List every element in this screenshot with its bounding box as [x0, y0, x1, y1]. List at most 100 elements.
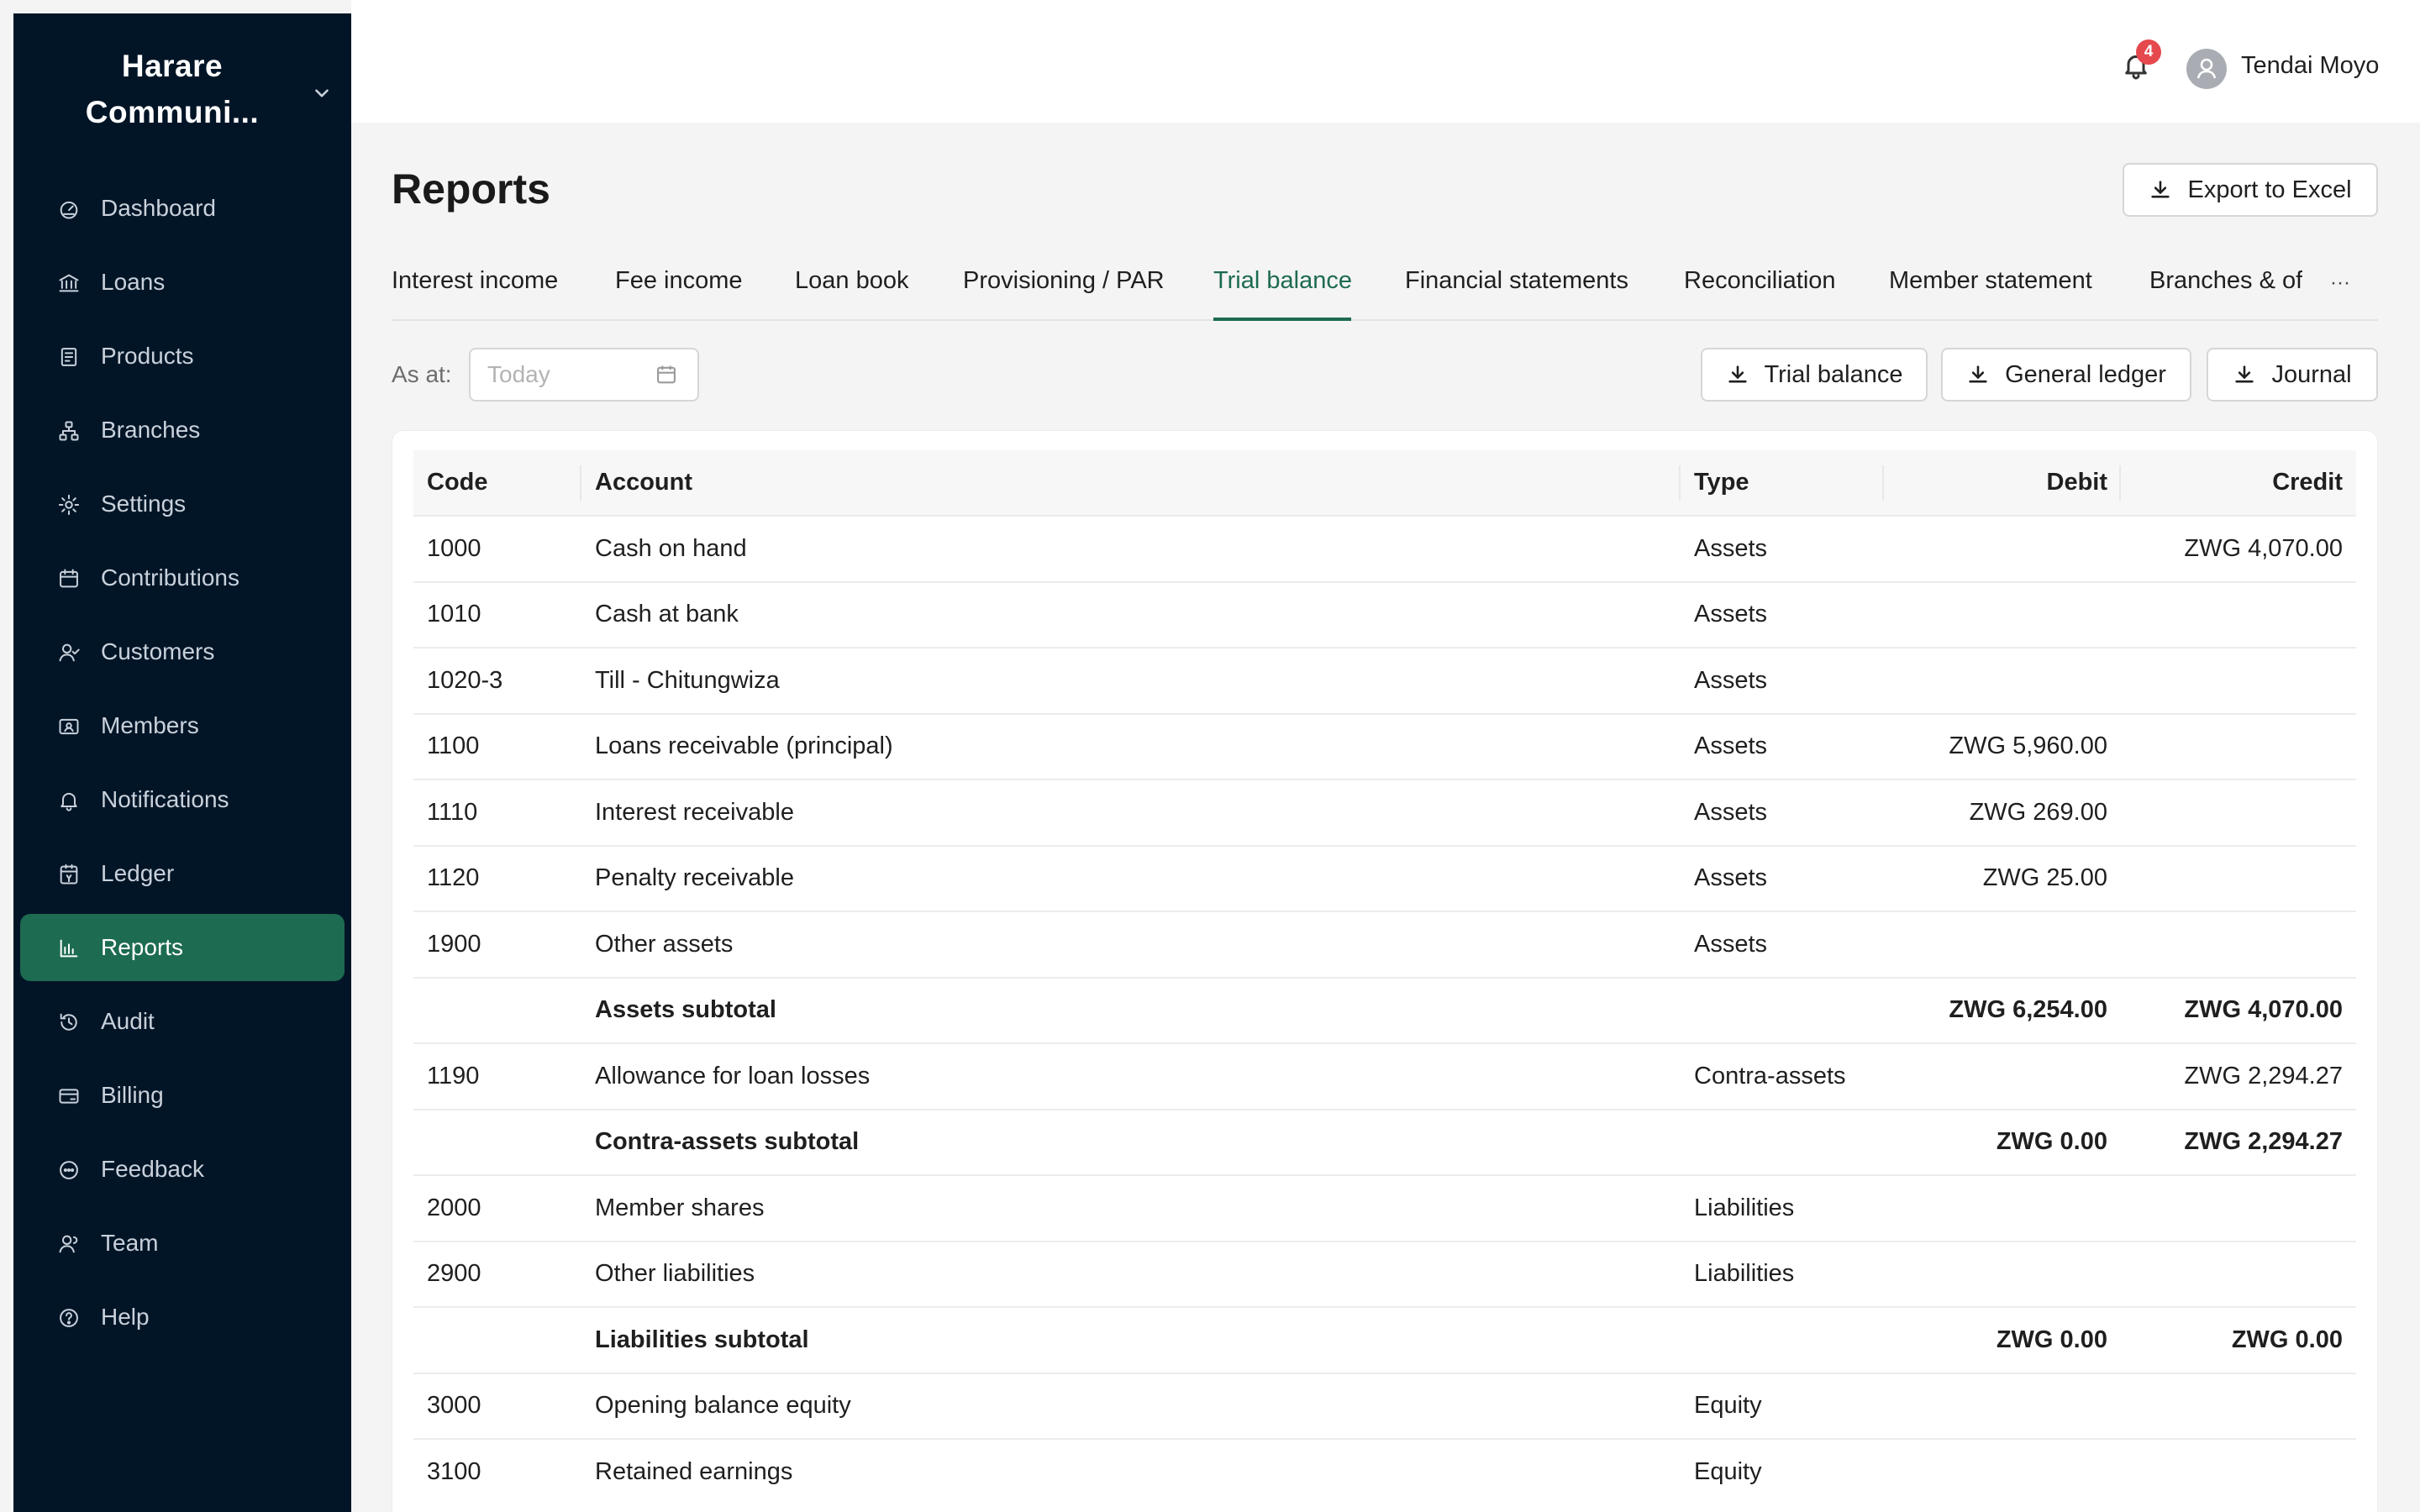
notification-count-badge: 4: [2136, 39, 2161, 65]
tab-fee-income[interactable]: Fee income: [615, 267, 743, 295]
table-row[interactable]: 1900 Other assets Assets: [413, 911, 2356, 978]
card-icon: [59, 1089, 79, 1104]
sidebar-item-label: Dashboard: [101, 195, 216, 221]
sidebar-item-members[interactable]: Members: [20, 692, 345, 759]
cell-account: Cash at bank: [595, 601, 739, 628]
cell-code: 1020-3: [427, 666, 503, 694]
more-tabs-button[interactable]: ···: [2302, 247, 2378, 319]
table-row[interactable]: 3100 Retained earnings Equity: [413, 1439, 2356, 1505]
cell-credit: [2121, 780, 2356, 846]
export-to-excel-button[interactable]: Export to Excel: [2123, 163, 2378, 217]
bank-icon: [59, 274, 79, 292]
column-header-account[interactable]: Account: [581, 450, 1681, 516]
active-tab-indicator: [1213, 318, 1351, 321]
cell-code: 1120: [427, 864, 480, 892]
cell-debit: ZWG 6,254.00: [1949, 996, 2107, 1024]
column-header-type[interactable]: Type: [1681, 450, 1884, 516]
tab-reconciliation[interactable]: Reconciliation: [1684, 267, 1836, 295]
report-tabs: Interest income Fee income Loan book Pro…: [392, 247, 2378, 321]
avatar[interactable]: [2186, 49, 2227, 89]
table-row[interactable]: 1010 Cash at bank Assets: [413, 581, 2356, 648]
sidebar-item-customers[interactable]: Customers: [20, 618, 345, 685]
sidebar-item-reports[interactable]: Reports: [20, 914, 345, 981]
page-title: Reports: [392, 165, 550, 213]
column-header-credit[interactable]: Credit: [2121, 450, 2356, 516]
cell-debit: [1884, 1439, 2121, 1505]
tab-branches[interactable]: Branches & of: [2149, 267, 2302, 295]
sidebar-item-billing[interactable]: Billing: [20, 1062, 345, 1129]
org-switcher[interactable]: Harare Communi...: [13, 13, 351, 165]
sidebar-item-branches[interactable]: Branches: [20, 396, 345, 464]
sidebar-item-notifications[interactable]: Notifications: [20, 766, 345, 833]
products-icon: [60, 348, 77, 366]
column-header-debit[interactable]: Debit: [1884, 450, 2121, 516]
sidebar-item-settings[interactable]: Settings: [20, 470, 345, 538]
table-row[interactable]: 1000 Cash on hand Assets ZWG 4,070.00: [413, 516, 2356, 582]
cell-debit: ZWG 5,960.00: [1949, 732, 2107, 760]
cell-code: 1000: [427, 534, 481, 562]
cell-account: Penalty receivable: [595, 864, 794, 892]
table-row[interactable]: 1020-3 Till - Chitungwiza Assets: [413, 648, 2356, 714]
cell-account: Liabilities subtotal: [595, 1326, 809, 1353]
bar-chart-icon: [60, 939, 78, 958]
table-row[interactable]: 1120 Penalty receivable Assets ZWG 25.00: [413, 845, 2356, 912]
tab-interest-income[interactable]: Interest income: [392, 267, 558, 295]
user-icon: [2196, 58, 2217, 79]
cell-credit: [2121, 1175, 2356, 1242]
cell-type: [1681, 978, 1884, 1044]
calendar-icon: [60, 569, 78, 588]
cell-credit: ZWG 4,070.00: [2184, 996, 2343, 1024]
table-row[interactable]: 3000 Opening balance equity Equity: [413, 1373, 2356, 1440]
table-row[interactable]: 2900 Other liabilities Liabilities: [413, 1241, 2356, 1308]
table-row[interactable]: 1100 Loans receivable (principal) Assets ZW…: [413, 713, 2356, 780]
sidebar-item-loans[interactable]: Loans: [20, 249, 345, 316]
download-general-ledger-button[interactable]: General ledger: [1941, 348, 2191, 402]
history-icon: [60, 1013, 77, 1031]
cell-debit: [1884, 1175, 2121, 1242]
download-trial-balance-button[interactable]: Trial balance: [1701, 348, 1928, 402]
download-journal-button[interactable]: Journal: [2207, 348, 2378, 402]
sidebar-item-products[interactable]: Products: [20, 323, 345, 390]
sidebar-item-dashboard[interactable]: Dashboard: [20, 175, 345, 242]
cell-type: Assets: [1694, 732, 1768, 760]
tab-loan-book[interactable]: Loan book: [795, 267, 908, 295]
cell-account: Other liabilities: [595, 1260, 755, 1288]
sidebar-item-audit[interactable]: Audit: [20, 988, 345, 1055]
table-row[interactable]: 1110 Interest receivable Assets ZWG 269.00: [413, 780, 2356, 846]
subtotal-row[interactable]: Liabilities subtotal ZWG 0.00 ZWG 0.00: [413, 1307, 2356, 1373]
sidebar-item-feedback[interactable]: Feedback: [20, 1136, 345, 1203]
table-row[interactable]: 1190 Allowance for loan losses Contra-asse…: [413, 1043, 2356, 1110]
org-name: Harare Communi...: [85, 49, 260, 129]
subtotal-row[interactable]: Contra-assets subtotal ZWG 0.00 ZWG 2,294.…: [413, 1109, 2356, 1176]
tab-member-statement[interactable]: Member statement: [1889, 267, 2092, 295]
tab-provisioning-par[interactable]: Provisioning / PAR: [963, 267, 1165, 295]
sidebar-item-contributions[interactable]: Contributions: [20, 544, 345, 612]
cell-debit: [1884, 582, 2121, 648]
download-icon: [1969, 365, 1987, 383]
sidebar-item-help[interactable]: Help: [20, 1284, 345, 1351]
cell-debit: [1884, 516, 2121, 582]
cell-account: Cash on hand: [595, 534, 747, 562]
sidebar-item-label: Help: [101, 1304, 150, 1330]
cell-debit: ZWG 269.00: [1969, 798, 2107, 826]
cell-debit: [1884, 1242, 2121, 1308]
user-name[interactable]: Tendai Moyo: [2241, 52, 2379, 80]
column-header-code[interactable]: Code: [413, 450, 581, 516]
calendar-icon[interactable]: [655, 363, 678, 386]
table-header-row: Code Account Type Debit Credit: [413, 450, 2356, 516]
cell-type: [1681, 1110, 1884, 1176]
subtotal-row[interactable]: Assets subtotal ZWG 6,254.00 ZWG 4,070.00: [413, 977, 2356, 1044]
sidebar-item-ledger[interactable]: Ledger: [20, 840, 345, 907]
table-row[interactable]: 2000 Member shares Liabilities: [413, 1175, 2356, 1242]
cell-type: Liabilities: [1694, 1194, 1795, 1221]
tab-financial-statements[interactable]: Financial statements: [1405, 267, 1628, 295]
cell-credit: [2121, 911, 2356, 978]
sidebar-item-team[interactable]: Team: [20, 1210, 345, 1277]
tab-trial-balance[interactable]: Trial balance: [1213, 267, 1352, 295]
cell-code: 2900: [427, 1260, 481, 1288]
cell-debit: [1884, 911, 2121, 978]
cell-account: Retained earnings: [595, 1458, 793, 1486]
sidebar-item-label: Feedback: [101, 1156, 204, 1182]
cell-code: 2000: [427, 1194, 481, 1221]
cell-code: 1100: [427, 732, 480, 760]
